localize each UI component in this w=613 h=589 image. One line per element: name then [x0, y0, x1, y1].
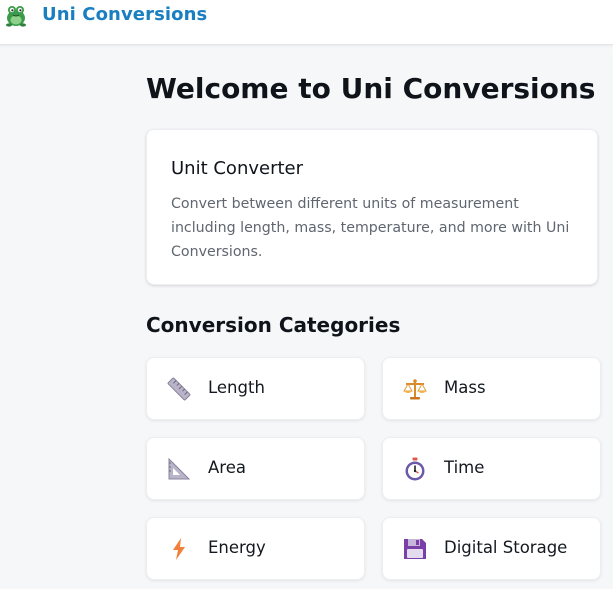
balance-scale-icon	[401, 375, 429, 403]
stopwatch-icon	[401, 455, 429, 483]
top-navbar: Uni Conversions	[0, 0, 613, 45]
category-card-digital-storage[interactable]: Digital Storage	[382, 517, 601, 580]
frog-mascot-icon[interactable]	[4, 2, 30, 28]
page-title: Welcome to Uni Conversions	[146, 72, 596, 105]
category-card-length[interactable]: Length	[146, 357, 365, 420]
unit-converter-card: Unit Converter Convert between different…	[146, 129, 598, 285]
info-card-title: Unit Converter	[171, 158, 304, 179]
category-card-mass[interactable]: Mass	[382, 357, 601, 420]
category-card-energy[interactable]: Energy	[146, 517, 365, 580]
floppy-disk-icon	[401, 535, 429, 563]
section-title-categories: Conversion Categories	[146, 313, 401, 337]
category-label: Length	[208, 378, 265, 397]
category-label: Digital Storage	[444, 538, 568, 557]
lightning-bolt-icon	[165, 535, 193, 563]
triangle-ruler-icon	[165, 455, 193, 483]
category-card-area[interactable]: Area	[146, 437, 365, 500]
category-label: Mass	[444, 378, 486, 397]
brand-name[interactable]: Uni Conversions	[42, 4, 207, 25]
category-label: Area	[208, 458, 246, 477]
info-card-description: Convert between different units of measu…	[171, 196, 570, 260]
category-card-time[interactable]: Time	[382, 437, 601, 500]
category-label: Time	[444, 458, 485, 477]
category-label: Energy	[208, 538, 266, 557]
ruler-icon	[165, 375, 193, 403]
